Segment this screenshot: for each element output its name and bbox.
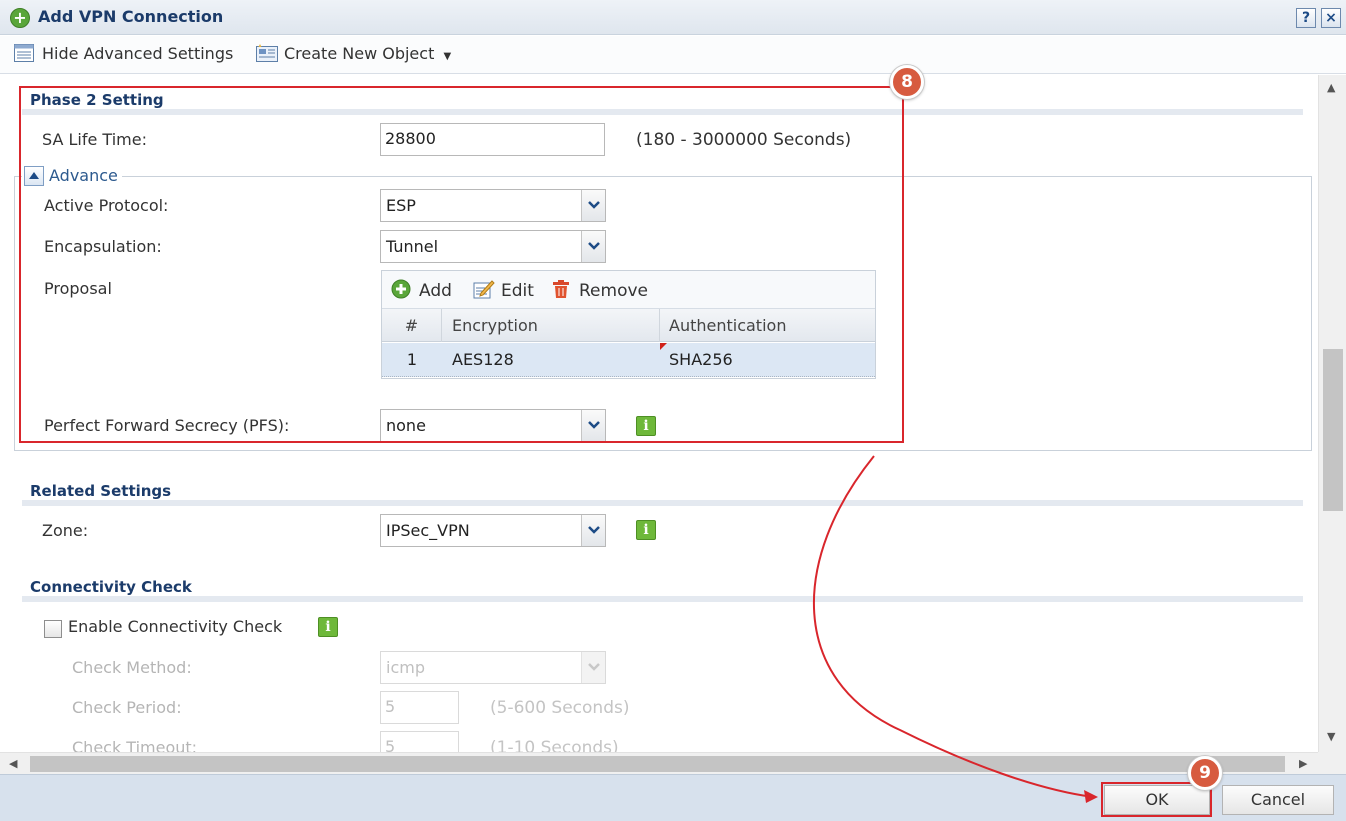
step-9-badge: 9 [1188,756,1222,790]
annotation-arrow [812,455,1098,803]
